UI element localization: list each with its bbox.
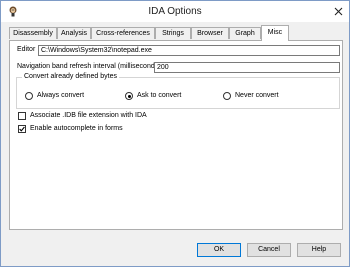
close-icon[interactable] <box>331 4 345 18</box>
never-convert-radio[interactable] <box>223 92 231 100</box>
ida-options-dialog: IDA Options Disassembly Analysis Cross-r… <box>0 0 350 267</box>
convert-groupbox: Convert already defined bytes Always con… <box>16 73 340 109</box>
never-convert-label[interactable]: Never convert <box>235 92 279 99</box>
always-convert-radio[interactable] <box>25 92 33 100</box>
refresh-interval-label: Navigation band refresh interval (millis… <box>17 63 161 70</box>
autocomplete-checkbox[interactable] <box>18 125 26 133</box>
associate-idb-checkbox[interactable] <box>18 112 26 120</box>
editor-label: Editor <box>17 46 36 53</box>
associate-idb-label[interactable]: Associate .IDB file extension with IDA <box>30 112 147 119</box>
tab-graph[interactable]: Graph <box>229 27 261 39</box>
ask-to-convert-radio[interactable] <box>125 92 133 100</box>
misc-panel: Editor C:\Windows\System32\notepad.exe N… <box>9 40 343 230</box>
ask-to-convert-label[interactable]: Ask to convert <box>137 92 181 99</box>
tab-strings[interactable]: Strings <box>155 27 191 39</box>
tab-cross-references[interactable]: Cross-references <box>91 27 155 39</box>
checkmark-icon <box>19 126 25 132</box>
refresh-interval-field[interactable]: 200 <box>154 62 340 73</box>
tab-misc[interactable]: Misc <box>261 25 289 41</box>
convert-group-title: Convert already defined bytes <box>22 73 119 80</box>
tab-disassembly[interactable]: Disassembly <box>9 27 57 39</box>
cancel-button[interactable]: Cancel <box>247 243 291 257</box>
editor-field[interactable]: C:\Windows\System32\notepad.exe <box>38 45 340 56</box>
title-bar: IDA Options <box>1 1 349 22</box>
help-button[interactable]: Help <box>297 243 341 257</box>
ok-button[interactable]: OK <box>197 243 241 257</box>
autocomplete-label[interactable]: Enable autocomplete in forms <box>30 125 123 132</box>
tab-browser[interactable]: Browser <box>191 27 229 39</box>
tab-analysis[interactable]: Analysis <box>57 27 91 39</box>
window-title: IDA Options <box>148 6 202 17</box>
always-convert-label[interactable]: Always convert <box>37 92 84 99</box>
